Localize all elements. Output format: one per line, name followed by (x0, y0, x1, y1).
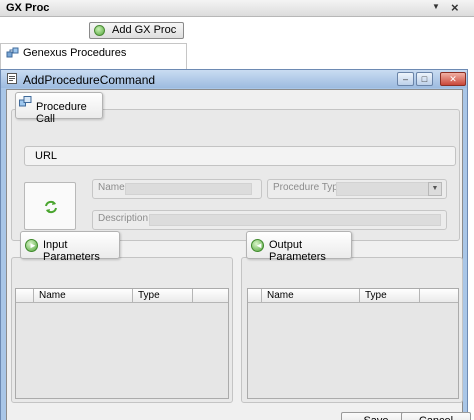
description-input[interactable] (149, 214, 441, 226)
column-header-type[interactable]: Type (133, 289, 193, 303)
dialog-titlebar[interactable]: AddProcedureCommand – □ ✕ (1, 70, 467, 88)
output-parameters-tab-label: Output Parameters (269, 239, 326, 263)
name-field: Name (92, 179, 262, 199)
procedures-icon (6, 47, 19, 58)
column-header-type[interactable]: Type (360, 289, 420, 303)
name-label: Name (98, 182, 125, 193)
panel-titlebar: GX Proc ▼ × (0, 0, 474, 17)
row-selector-header (248, 289, 262, 303)
cancel-button[interactable]: Cancel (401, 412, 471, 420)
minimize-button[interactable]: – (397, 72, 414, 86)
panel-close-icon[interactable]: × (451, 0, 459, 15)
output-parameters-grid[interactable]: Name Type (247, 288, 459, 399)
procedure-type-select[interactable] (336, 182, 429, 196)
grid-header: Name Type (16, 289, 228, 303)
close-button[interactable]: ✕ (440, 72, 466, 86)
tab-procedure-call[interactable]: Procedure Call (15, 92, 103, 125)
tab-input-parameters[interactable]: ► Input Parameters (20, 231, 120, 263)
row-selector-header (16, 289, 34, 303)
grid-header: Name Type (248, 289, 458, 303)
tab-output-parameters[interactable]: ◄ Output Parameters (246, 231, 352, 263)
refresh-button[interactable] (24, 182, 76, 230)
panel-menu-icon[interactable]: ▼ (432, 2, 440, 11)
command-icon (7, 73, 17, 84)
column-header-name[interactable]: Name (262, 289, 360, 303)
tree-item-genexus-procedures[interactable]: Genexus Procedures (23, 47, 126, 59)
add-circle-icon (94, 25, 105, 36)
procedure-type-field: Procedure Type ▼ (267, 179, 447, 199)
maximize-button[interactable]: □ (416, 72, 433, 86)
arrow-right-icon: ► (25, 239, 38, 252)
input-parameters-tab-label: Input Parameters (43, 239, 100, 263)
procedure-type-label: Procedure Type (273, 182, 344, 193)
panel-title: GX Proc (6, 2, 50, 14)
chevron-down-icon[interactable]: ▼ (428, 182, 442, 196)
arrow-left-icon: ◄ (251, 239, 264, 252)
description-field: Description (92, 210, 447, 230)
url-label: URL (35, 150, 58, 162)
input-parameters-grid[interactable]: Name Type (15, 288, 229, 399)
procedure-call-tab-label: Procedure Call (36, 101, 87, 125)
refresh-icon (45, 200, 57, 214)
description-label: Description (98, 213, 149, 224)
procedure-icon (19, 96, 32, 107)
url-field[interactable]: URL (24, 146, 456, 166)
add-gx-proc-button[interactable]: Add GX Proc (89, 22, 184, 39)
add-gx-proc-label: Add GX Proc (112, 24, 177, 36)
dialog-title: AddProcedureCommand (23, 73, 156, 87)
column-header-name[interactable]: Name (34, 289, 133, 303)
name-input[interactable] (125, 183, 252, 195)
